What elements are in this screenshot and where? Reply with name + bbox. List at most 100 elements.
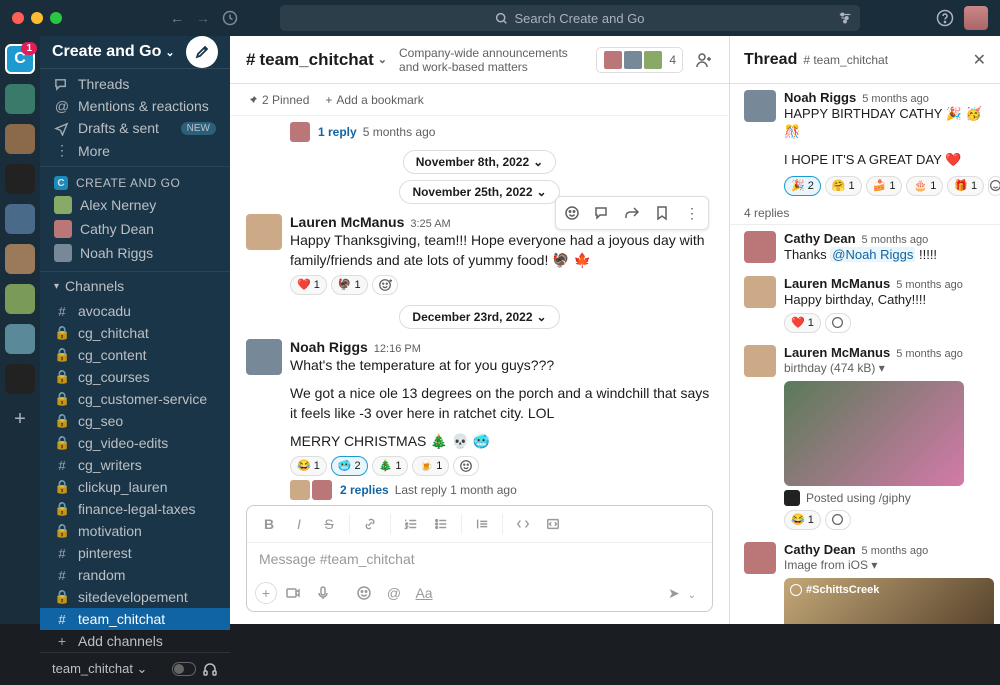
add-reaction-button[interactable] [825, 313, 851, 333]
toggle-icon[interactable] [172, 662, 196, 676]
attach-button[interactable]: + [255, 582, 277, 604]
forward-button[interactable]: → [196, 10, 210, 26]
sidebar-channel-cg_content[interactable]: 🔒cg_content [40, 344, 230, 366]
date-divider[interactable]: November 25th, 2022⌄ [399, 180, 559, 204]
avatar[interactable] [744, 345, 776, 377]
reaction[interactable]: 🎂1 [906, 176, 943, 196]
sidebar-channel-cg_courses[interactable]: 🔒cg_courses [40, 366, 230, 388]
reaction[interactable]: 🍰1 [866, 176, 903, 196]
attachment-label[interactable]: Image from iOS ▾ [784, 557, 986, 574]
thread-link[interactable]: 2 replies Last reply 1 month ago [290, 480, 713, 500]
image-attachment[interactable]: #SchittsCreek [784, 578, 994, 624]
add-reaction-button[interactable] [988, 176, 1000, 196]
message-author[interactable]: Lauren McManus [290, 214, 404, 230]
search-input[interactable]: Search Create and Go [280, 5, 860, 31]
sidebar-dm[interactable]: Cathy Dean [40, 217, 230, 241]
message-author[interactable]: Lauren McManus [784, 276, 890, 291]
send-button[interactable]: ➤ ⌄ [660, 581, 704, 606]
attachment-label[interactable]: birthday (474 kB) ▾ [784, 360, 986, 377]
reaction[interactable]: 🎁1 [947, 176, 984, 196]
sidebar-channel-team_chitchat[interactable]: #team_chitchat [40, 608, 230, 630]
message-author[interactable]: Cathy Dean [784, 231, 856, 246]
sidebar-item-threads[interactable]: Threads [40, 73, 230, 95]
reaction[interactable]: 😂1 [290, 456, 327, 476]
reaction[interactable]: 🦃1 [331, 275, 368, 295]
avatar[interactable] [744, 276, 776, 308]
pinned-button[interactable]: 2 Pinned [246, 93, 309, 107]
sidebar-dm[interactable]: Alex Nerney [40, 193, 230, 217]
thread-messages[interactable]: Noah Riggs5 months ago HAPPY BIRTHDAY CA… [730, 84, 1000, 624]
workspace-icon[interactable] [5, 244, 35, 274]
codeblock-button[interactable] [539, 510, 567, 538]
gif-attachment[interactable] [784, 381, 964, 486]
sidebar-channel-cg_seo[interactable]: 🔒cg_seo [40, 410, 230, 432]
workspace-icon[interactable] [5, 84, 35, 114]
back-button[interactable]: ← [170, 10, 184, 26]
sidebar-channel-cg_chitchat[interactable]: 🔒cg_chitchat [40, 322, 230, 344]
search-filter-button[interactable] [838, 11, 852, 25]
mention-button[interactable]: @ [380, 579, 408, 607]
add-channels-button[interactable]: + Add channels [40, 630, 230, 652]
avatar[interactable] [246, 339, 282, 375]
sidebar-channel-pinterest[interactable]: #pinterest [40, 542, 230, 564]
code-button[interactable] [509, 510, 537, 538]
avatar[interactable] [246, 214, 282, 250]
close-window-button[interactable] [12, 12, 24, 24]
sidebar-channel-avocadu[interactable]: #avocadu [40, 300, 230, 322]
workspace-icon[interactable] [5, 364, 35, 394]
workspace-icon[interactable] [5, 164, 35, 194]
workspace-icon[interactable] [5, 204, 35, 234]
sidebar-channel-random[interactable]: #random [40, 564, 230, 586]
link-button[interactable] [356, 510, 384, 538]
help-button[interactable] [936, 9, 954, 27]
reaction[interactable]: 😂1 [784, 510, 821, 530]
workspace-icon[interactable] [5, 324, 35, 354]
message-author[interactable]: Lauren McManus [784, 345, 890, 360]
ordered-list-button[interactable] [397, 510, 425, 538]
sidebar-channel-sitedevelopement[interactable]: 🔒sitedevelopement [40, 586, 230, 608]
add-reaction-button[interactable] [825, 510, 851, 530]
add-reaction-button[interactable] [453, 456, 479, 476]
reaction[interactable]: 🤗1 [825, 176, 862, 196]
message-author[interactable]: Noah Riggs [290, 339, 368, 355]
blockquote-button[interactable] [468, 510, 496, 538]
reaction[interactable]: 🎉2 [784, 176, 821, 196]
format-button[interactable]: Aa [410, 579, 438, 607]
channels-section-header[interactable]: ▾ Channels [40, 272, 230, 300]
sidebar-channel-cg_video-edits[interactable]: 🔒cg_video-edits [40, 432, 230, 454]
sidebar-dm[interactable]: Noah Riggs [40, 241, 230, 265]
sidebar-item-drafts[interactable]: Drafts & sent NEW [40, 117, 230, 139]
workspace-switcher[interactable]: Create and Go ⌄ [52, 43, 175, 61]
user-avatar[interactable] [964, 6, 988, 30]
share-button[interactable] [618, 199, 646, 227]
date-divider[interactable]: November 8th, 2022⌄ [403, 150, 556, 174]
close-thread-button[interactable]: ✕ [973, 50, 986, 70]
audio-button[interactable] [309, 579, 337, 607]
more-actions-button[interactable]: ⋮ [678, 199, 706, 227]
reaction[interactable]: ❤️1 [290, 275, 327, 295]
sidebar-channel-cg_customer-service[interactable]: 🔒cg_customer-service [40, 388, 230, 410]
footer-channel-picker[interactable]: team_chitchat ⌄ [52, 661, 147, 677]
emoji-button[interactable] [350, 579, 378, 607]
reply-thread-button[interactable] [588, 199, 616, 227]
message-author[interactable]: Cathy Dean [784, 542, 856, 557]
workspace-icon-active[interactable]: C 1 [5, 44, 35, 74]
bullet-list-button[interactable] [427, 510, 455, 538]
headphones-icon[interactable] [202, 661, 218, 677]
sidebar-channel-finance-legal-taxes[interactable]: 🔒finance-legal-taxes [40, 498, 230, 520]
compose-button[interactable] [186, 36, 218, 68]
maximize-window-button[interactable] [50, 12, 62, 24]
date-divider[interactable]: December 23rd, 2022⌄ [399, 305, 559, 329]
bold-button[interactable]: B [255, 510, 283, 538]
italic-button[interactable]: I [285, 510, 313, 538]
channel-members-button[interactable]: 4 [596, 47, 683, 73]
composer-input[interactable]: Message #team_chitchat [247, 543, 712, 575]
add-reaction-button[interactable] [372, 275, 398, 295]
message-author[interactable]: Noah Riggs [784, 90, 856, 105]
reply-count[interactable]: 1 reply [318, 125, 357, 139]
sidebar-channel-clickup_lauren[interactable]: 🔒clickup_lauren [40, 476, 230, 498]
reaction[interactable]: 🎄1 [372, 456, 409, 476]
reaction[interactable]: ❤️1 [784, 313, 821, 333]
bookmark-button[interactable] [648, 199, 676, 227]
avatar[interactable] [744, 231, 776, 263]
